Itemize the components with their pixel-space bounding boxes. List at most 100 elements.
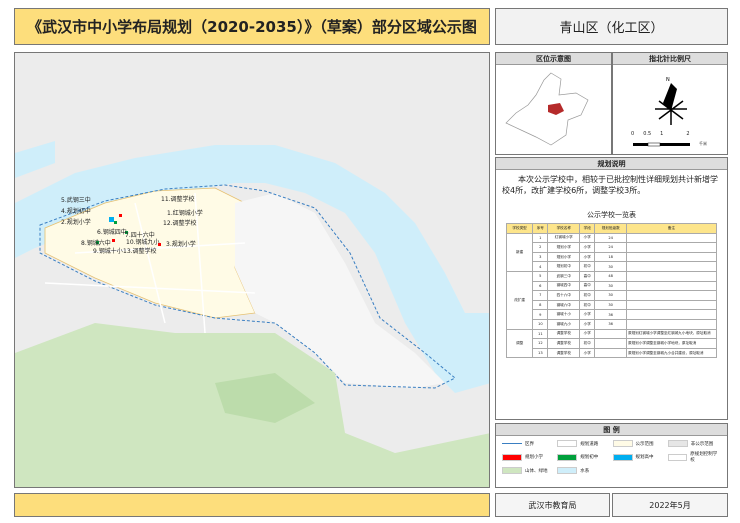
north-arrow-icon: N [633,77,690,147]
table-row: 新建 1 红钢城小学 小学 24 [505,232,717,272]
table-cell: 初中 [579,290,596,301]
map-label: 9.钢城十小 [93,248,123,255]
map-label: 10.钢城九小 [126,239,160,246]
table-cell: 小学 [579,347,596,359]
table-cell [626,280,717,292]
table-title: 公示学校一览表 [587,211,636,219]
legend-item: 规划高中 [612,451,666,463]
table-cell [626,318,717,330]
legend-item: 规划小学 [502,451,555,463]
table-header: 序号 [532,223,549,234]
table-cell: 2 [532,242,549,253]
school-blue [109,217,114,222]
table-cell: 原规划小学调整至钢城小学地块，原址取消 [626,338,717,349]
legend-header: 图 例 [496,424,727,436]
footer-bar [14,493,490,517]
legend-label: 公示范围 [635,441,654,447]
table-cell: 30 [594,280,627,292]
legend-swatch [667,440,688,447]
table-row: 9 钢城十小 小学 36 [507,309,717,320]
table-cell: 10 [532,318,549,330]
legend-item: 原规划控制学校 [667,451,721,463]
legend-item: 公示范围 [612,440,666,447]
map-label: 4.规划初中 [61,208,91,215]
legend-swatch [557,440,578,447]
location-map-header: 区位示意图 [496,53,611,65]
table-cell: 48 [594,270,627,282]
legend-label: 规划道路 [580,441,599,447]
table-cell: 1 [532,232,549,244]
table-cell: 6 [532,280,549,292]
school-type: 新建 [505,232,534,272]
table-row: 7 四十六中 初中 30 [507,290,717,301]
map-label: 5.武钢三中 [61,197,91,204]
location-map [505,72,589,146]
map-area[interactable]: 5.武钢三中 4.规划初中 2.规划小学 11.调整学校 1.红钢城小学 12.… [14,52,490,488]
scale-tick: 0 [631,131,635,137]
legend-swatch [502,467,522,474]
table-cell: 30 [594,261,627,272]
table-cell: 13 [532,347,549,359]
legend-item: 规划初中 [557,451,610,463]
table-cell: 3 [532,251,549,263]
table-cell: 初中 [579,338,596,349]
table-cell: 5 [532,270,549,282]
legend-swatch [502,443,522,444]
school-type: 调整 [505,328,534,359]
table-cell: 高中 [579,280,596,292]
table-cell: 调整学校 [547,338,581,349]
table-cell: 小学 [579,328,596,340]
table-cell: 30 [594,290,627,301]
legend-item: 非公示范围 [667,440,721,447]
table-cell: 24 [594,232,627,244]
table-cell: 钢城四中 [547,280,581,292]
table-cell: 高中 [579,270,596,282]
table-cell [626,270,717,282]
district-name: 青山区（化工区） [495,8,728,45]
table-cell: 武钢三中 [547,270,581,282]
table-cell: 四十六中 [547,290,581,301]
table-cell: 调整学校 [547,328,581,340]
legend-label: 规划高中 [635,455,654,460]
plan-panel: 规划说明 本次公示学校中，相较于已批控制性详细规划共计新增学校4所，改扩建学校6… [495,157,728,420]
legend-label: 区界 [525,441,534,447]
table-cell [626,251,717,263]
table-row: 13 调整学校 小学 原规划小学调整至钢城九小合并建设，原址取消 [507,347,717,359]
table-cell: 规划小学 [547,251,581,263]
table-cell: 24 [594,242,627,253]
legend-swatch [502,453,522,461]
table-cell [594,328,627,340]
table-cell: 30 [594,299,627,311]
table-cell: 钢城九小 [547,318,581,330]
table-row: 10 钢城九小 小学 36 [507,318,717,330]
table-cell: 钢城六中 [547,299,581,311]
table-cell: 7 [532,290,549,301]
table-row: 8 钢城六中 初中 30 [507,299,717,311]
scale-unit: 千米 [699,141,707,146]
table-cell [626,290,717,301]
table-cell [626,299,717,311]
legend-swatch [557,453,578,461]
table-cell: 11 [532,328,549,340]
legend-label: 水系 [580,468,590,474]
map-canvas [15,53,489,487]
table-cell: 原规划红钢城小学调整至红钢城九小地块，原址取消 [626,328,717,340]
plan-header: 规划说明 [496,158,727,170]
table-cell: 18 [594,251,627,263]
school-red [119,214,122,217]
compass-panel: 指北针比例尺 N 0 0.5 1 2 千米 [612,52,728,155]
map-label: 12.调整学校 [163,220,197,227]
table-cell: 8 [532,299,549,311]
table-cell: 小学 [579,309,596,320]
table-cell: 规划初中 [547,261,581,272]
table-header: 学校类型 [505,223,534,234]
map-label: 6.钢城四中 [97,229,127,236]
table-header: 备注 [626,223,717,234]
school-table: 学校类型 序号 学校名称 学段 规划班级数 备注 新建 1 红钢城小学 小学 24 2 规划小学 小学 24… [505,223,717,359]
map-label: 13.调整学校 [123,248,157,255]
map-label: 11.调整学校 [161,196,195,203]
compass-header: 指北针比例尺 [613,53,727,65]
table-cell [626,232,717,244]
table-row: 2 规划小学 小学 24 [507,242,717,253]
legend-item: 规划道路 [557,440,610,447]
